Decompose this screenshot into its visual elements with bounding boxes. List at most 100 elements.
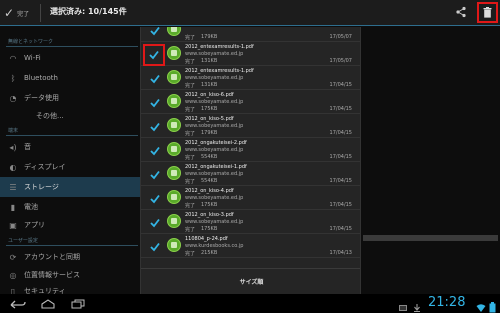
setting-accounts-sync[interactable]: ⟳ アカウントと同期 <box>0 247 140 267</box>
apps-icon: ▣ <box>9 220 17 230</box>
file-date: 17/04/15 <box>329 82 352 88</box>
row-checkbox[interactable] <box>149 121 160 132</box>
file-size: 554KB <box>201 178 218 184</box>
row-checkbox[interactable] <box>149 27 160 36</box>
download-row[interactable]: 2012_on_kiso-3.pdf www.sobeyamate.ed.jp 完了… <box>141 211 360 234</box>
download-row[interactable]: 完了 179KB 17/05/07 <box>141 27 360 42</box>
file-status: 完了 <box>185 131 196 137</box>
delete-button[interactable] <box>477 2 498 23</box>
sync-icon: ⟳ <box>9 252 17 262</box>
file-date: 17/05/07 <box>329 58 352 64</box>
setting-label: Wi-Fi <box>24 54 41 62</box>
file-size: 131KB <box>201 58 218 64</box>
setting-apps[interactable]: ▣ アプリ <box>0 215 140 235</box>
file-host: www.sobeyamate.ed.jp <box>185 147 244 153</box>
download-file-icon <box>167 238 181 252</box>
divider <box>40 4 41 22</box>
setting-wifi[interactable]: ◠ Wi-Fi <box>0 48 140 68</box>
checkmark-icon <box>149 242 160 251</box>
setting-data-usage[interactable]: ◔ データ使用 <box>0 88 140 108</box>
download-row[interactable]: 110804_p-24.pdf www.kurdesbooks.co.jp 完了 21… <box>141 235 360 258</box>
file-date: 17/04/15 <box>329 178 352 184</box>
done-label: 完了 <box>17 10 30 18</box>
download-row[interactable]: 2012_ongakuteisei-2.pdf www.sobeyamate.ed… <box>141 139 360 162</box>
setting-more[interactable]: その他... <box>0 106 140 126</box>
checkmark-icon <box>149 218 160 227</box>
row-checkbox[interactable] <box>149 73 160 84</box>
download-file-icon <box>167 118 181 132</box>
row-checkbox[interactable] <box>149 169 160 180</box>
storage-icon: ☰ <box>9 182 17 192</box>
download-file-icon <box>167 27 181 36</box>
screenshot-notification-icon <box>398 298 408 311</box>
checkmark-icon <box>149 194 160 203</box>
file-name: 2012_on_kiso-4.pdf <box>185 188 234 194</box>
storage-detail-pane <box>360 27 500 287</box>
action-bar: ✓ 完了 選択済み: 10/145件 <box>0 0 500 26</box>
bluetooth-icon: ᛒ <box>10 73 16 83</box>
file-size: 554KB <box>201 154 218 160</box>
battery-icon: ▮ <box>10 202 16 212</box>
download-file-icon <box>167 46 181 60</box>
back-icon[interactable] <box>8 296 28 311</box>
file-date: 17/04/15 <box>329 154 352 160</box>
file-host: www.sobeyamate.ed.jp <box>185 219 244 225</box>
setting-bluetooth[interactable]: ᛒ Bluetooth <box>0 68 140 88</box>
setting-label: その他... <box>36 112 64 120</box>
row-checkbox[interactable] <box>149 97 160 108</box>
done-button[interactable]: ✓ 完了 <box>4 3 29 23</box>
row-checkbox[interactable] <box>149 145 160 156</box>
checkmark-icon <box>149 146 160 155</box>
setting-label: アカウントと同期 <box>24 253 80 261</box>
setting-label: データ使用 <box>24 94 59 102</box>
battery-status-icon <box>489 298 496 313</box>
file-name: 2012_on_kiso-5.pdf <box>185 116 234 122</box>
download-row[interactable]: 2012_entexamresults-1.pdf www.sobeyamate.… <box>141 43 360 66</box>
display-icon: ◐ <box>9 162 17 172</box>
setting-label: 音 <box>24 143 31 151</box>
download-row[interactable]: 2012_on_kiso-5.pdf www.sobeyamate.ed.jp 完了… <box>141 115 360 138</box>
download-row[interactable]: 2012_ongakuteisei-1.pdf www.sobeyamate.ed… <box>141 163 360 186</box>
trash-icon <box>483 3 492 22</box>
file-date: 17/04/15 <box>329 202 352 208</box>
setting-label: Bluetooth <box>24 74 58 82</box>
setting-label: ディスプレイ <box>24 163 66 171</box>
location-icon: ◎ <box>9 270 17 280</box>
checkmark-icon: ✓ <box>4 6 15 20</box>
file-status: 完了 <box>185 83 196 89</box>
file-size: 175KB <box>201 202 218 208</box>
download-file-icon <box>167 190 181 204</box>
file-date: 17/04/15 <box>329 130 352 136</box>
checkmark-icon <box>149 50 159 60</box>
row-checkbox[interactable] <box>149 241 160 252</box>
setting-battery[interactable]: ▮ 電池 <box>0 197 140 217</box>
download-row[interactable]: 2012_entexamresults-1.pdf www.sobeyamate.… <box>141 67 360 90</box>
download-file-icon <box>167 214 181 228</box>
file-status: 完了 <box>185 59 196 65</box>
row-checkbox[interactable] <box>149 217 160 228</box>
setting-sound[interactable]: ◂) 音 <box>0 137 140 157</box>
download-notification-icon <box>412 298 422 313</box>
section-header-wireless: 無線とネットワーク <box>8 39 54 45</box>
download-file-icon <box>167 94 181 108</box>
row-checkbox[interactable] <box>149 193 160 204</box>
section-header-user: ユーザー設定 <box>8 238 38 244</box>
setting-storage[interactable]: ☰ ストレージ <box>0 177 140 197</box>
download-row[interactable]: 2012_on_kiso-6.pdf www.sobeyamate.ed.jp 完了… <box>141 91 360 114</box>
file-date: 17/04/15 <box>329 226 352 232</box>
highlighted-checkbox[interactable] <box>143 44 165 66</box>
file-name: 2012_on_kiso-6.pdf <box>185 92 234 98</box>
file-status: 完了 <box>185 203 196 209</box>
file-name: 2012_on_kiso-3.pdf <box>185 212 234 218</box>
sort-by-size-button[interactable]: サイズ順 <box>141 268 360 294</box>
checkmark-icon <box>149 74 160 83</box>
share-icon[interactable] <box>452 3 470 21</box>
setting-label: ストレージ <box>24 183 59 191</box>
wifi-icon: ◠ <box>9 53 17 63</box>
home-icon[interactable] <box>38 296 58 311</box>
divider <box>6 245 138 246</box>
setting-display[interactable]: ◐ ディスプレイ <box>0 157 140 177</box>
recent-apps-icon[interactable] <box>68 296 88 311</box>
file-host: www.sobeyamate.ed.jp <box>185 75 244 81</box>
download-row[interactable]: 2012_on_kiso-4.pdf www.sobeyamate.ed.jp 完了… <box>141 187 360 210</box>
